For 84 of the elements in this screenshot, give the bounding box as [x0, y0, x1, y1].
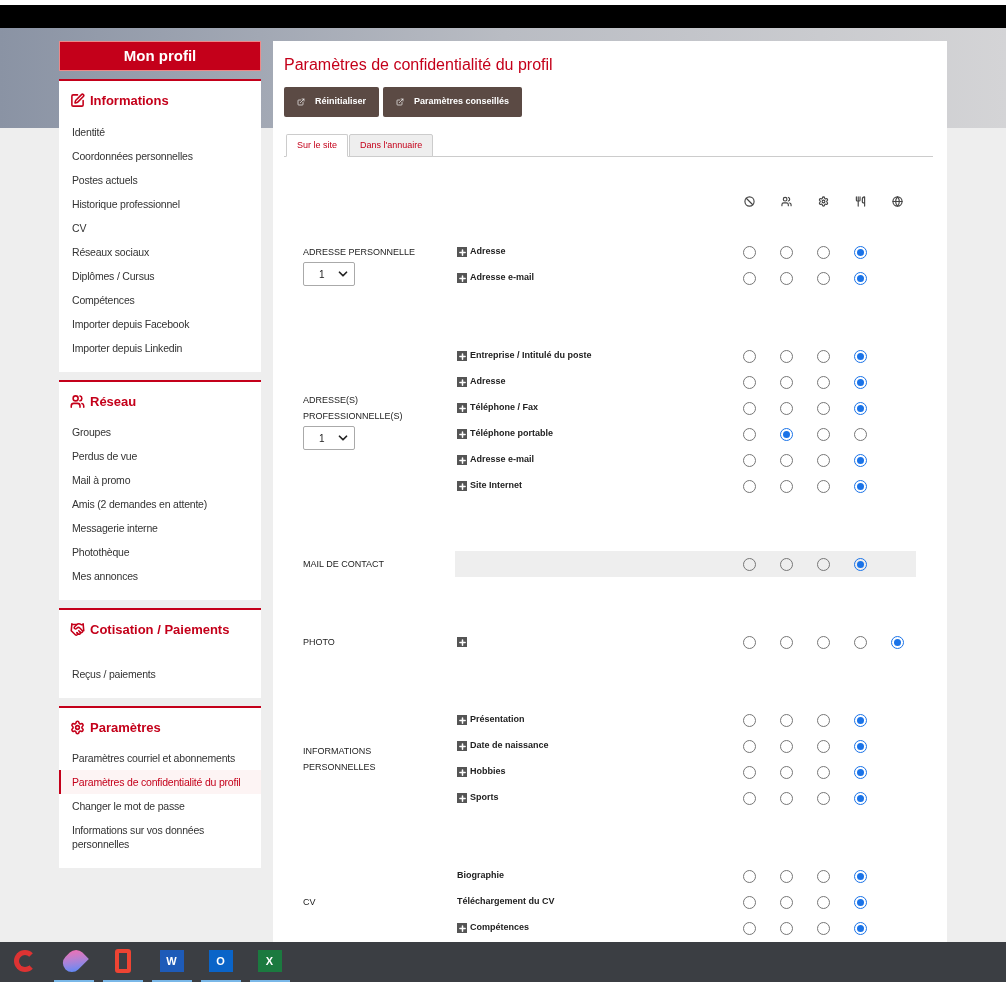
menu-item[interactable]: Réseaux sociaux: [59, 239, 261, 264]
office-icon[interactable]: [114, 949, 131, 973]
plus-icon[interactable]: [457, 429, 467, 439]
section-label: MAIL DE CONTACT: [303, 558, 385, 571]
section-label: INFORMATIONS PERSONNELLES: [303, 745, 377, 774]
field-label: Téléphone portable: [470, 427, 553, 441]
menu-item[interactable]: Mail à promo: [59, 468, 261, 492]
page-title: Paramètres de confidentialité du profil: [284, 55, 554, 75]
plus-icon[interactable]: [457, 403, 467, 413]
profile-header: Mon profil: [59, 41, 261, 71]
menu-item[interactable]: Groupes: [59, 420, 261, 444]
field-label: Téléphone / Fax: [470, 401, 538, 415]
field-label: Téléchargement du CV: [457, 895, 555, 909]
select-field[interactable]: 1: [303, 262, 355, 286]
globe-icon: [892, 195, 903, 207]
plus-icon[interactable]: [457, 923, 467, 933]
select-field[interactable]: 1: [303, 426, 355, 450]
menu-item[interactable]: Coordonnées personnelles: [59, 143, 261, 168]
menu-item[interactable]: Diplômes / Cursus: [59, 263, 261, 288]
menu-item[interactable]: Paramètres de confidentialité du profil: [59, 770, 261, 794]
section-title: Cotisation / Paiements: [90, 621, 230, 639]
ban-icon: [744, 195, 755, 207]
plus-icon[interactable]: [457, 273, 467, 283]
field-label: Site Internet: [470, 479, 522, 493]
spreadsheet-app-icon[interactable]: X: [257, 950, 282, 972]
section-label: PHOTO: [303, 636, 336, 649]
external-link-icon: [396, 98, 405, 106]
plus-icon[interactable]: [457, 481, 467, 491]
field-label: Sports: [470, 791, 499, 805]
gear-icon: [818, 195, 829, 207]
menu-item[interactable]: Informations sur vos données personnelles: [59, 818, 261, 856]
menu-item[interactable]: Compétences: [59, 287, 261, 312]
users-icon: [70, 393, 85, 409]
plus-icon[interactable]: [457, 247, 467, 257]
field-label: Adresse: [470, 245, 506, 259]
field-label: Présentation: [470, 713, 525, 727]
menu-item[interactable]: Postes actuels: [59, 167, 261, 192]
plus-icon[interactable]: [457, 741, 467, 751]
users-icon: [781, 195, 792, 207]
edit-icon: [70, 93, 85, 109]
menu-item[interactable]: Paramètres courriel et abonnements: [59, 746, 261, 770]
plus-icon[interactable]: [457, 455, 467, 465]
menu-item[interactable]: Importer depuis Facebook: [59, 311, 261, 336]
menu-item[interactable]: Messagerie interne: [59, 516, 261, 540]
field-label: Adresse e-mail: [470, 271, 535, 285]
field-label: Adresse: [470, 375, 506, 389]
handshake-icon: [70, 622, 85, 638]
tab[interactable]: Dans l'annuaire: [349, 134, 434, 157]
field-label: Adresse e-mail: [470, 453, 535, 467]
tab[interactable]: Sur le site: [286, 134, 349, 157]
menu-item[interactable]: Amis (2 demandes en attente): [59, 492, 261, 516]
menu-item[interactable]: Importer depuis Linkedin: [59, 335, 261, 360]
mail-app-icon[interactable]: O: [208, 950, 233, 972]
section-label: ADRESSE(S) PROFESSIONNELLE(S): [303, 394, 404, 423]
gear-icon: [70, 719, 85, 735]
action-button[interactable]: Paramètres conseillés: [383, 87, 523, 117]
menu-item[interactable]: Mes annonces: [59, 564, 261, 588]
menu-item[interactable]: Changer le mot de passe: [59, 794, 261, 818]
section-label: ADRESSE PERSONNELLE: [303, 246, 417, 259]
section-title: Réseau: [90, 392, 137, 411]
document-app-icon[interactable]: W: [159, 950, 184, 972]
section-title: Paramètres: [90, 718, 161, 737]
utensils-icon: [855, 195, 866, 207]
menu-item[interactable]: Identité: [59, 119, 261, 144]
external-link-icon: [297, 98, 305, 106]
field-label: Hobbies: [470, 765, 506, 779]
plus-icon[interactable]: [457, 377, 467, 387]
plus-icon[interactable]: [457, 351, 467, 361]
field-label: Biographie: [457, 869, 504, 883]
menu-item[interactable]: Perdus de vue: [59, 444, 261, 468]
plus-icon[interactable]: [457, 715, 467, 725]
menu-item[interactable]: Reçus / paiements: [59, 661, 261, 686]
field-label: Date de naissance: [470, 739, 549, 753]
plus-icon[interactable]: [457, 637, 467, 647]
action-button[interactable]: Réinitialiser: [284, 87, 380, 117]
field-label: Entreprise / Intitulé du poste: [470, 349, 592, 363]
menu-item[interactable]: Historique professionnel: [59, 191, 261, 216]
section-title: Informations: [90, 92, 169, 110]
field-label: Compétences: [470, 921, 530, 935]
plus-icon[interactable]: [457, 793, 467, 803]
plus-icon[interactable]: [457, 767, 467, 777]
menu-item[interactable]: Photothèque: [59, 540, 261, 564]
section-label: CV: [303, 896, 317, 909]
menu-item[interactable]: CV: [59, 215, 261, 240]
